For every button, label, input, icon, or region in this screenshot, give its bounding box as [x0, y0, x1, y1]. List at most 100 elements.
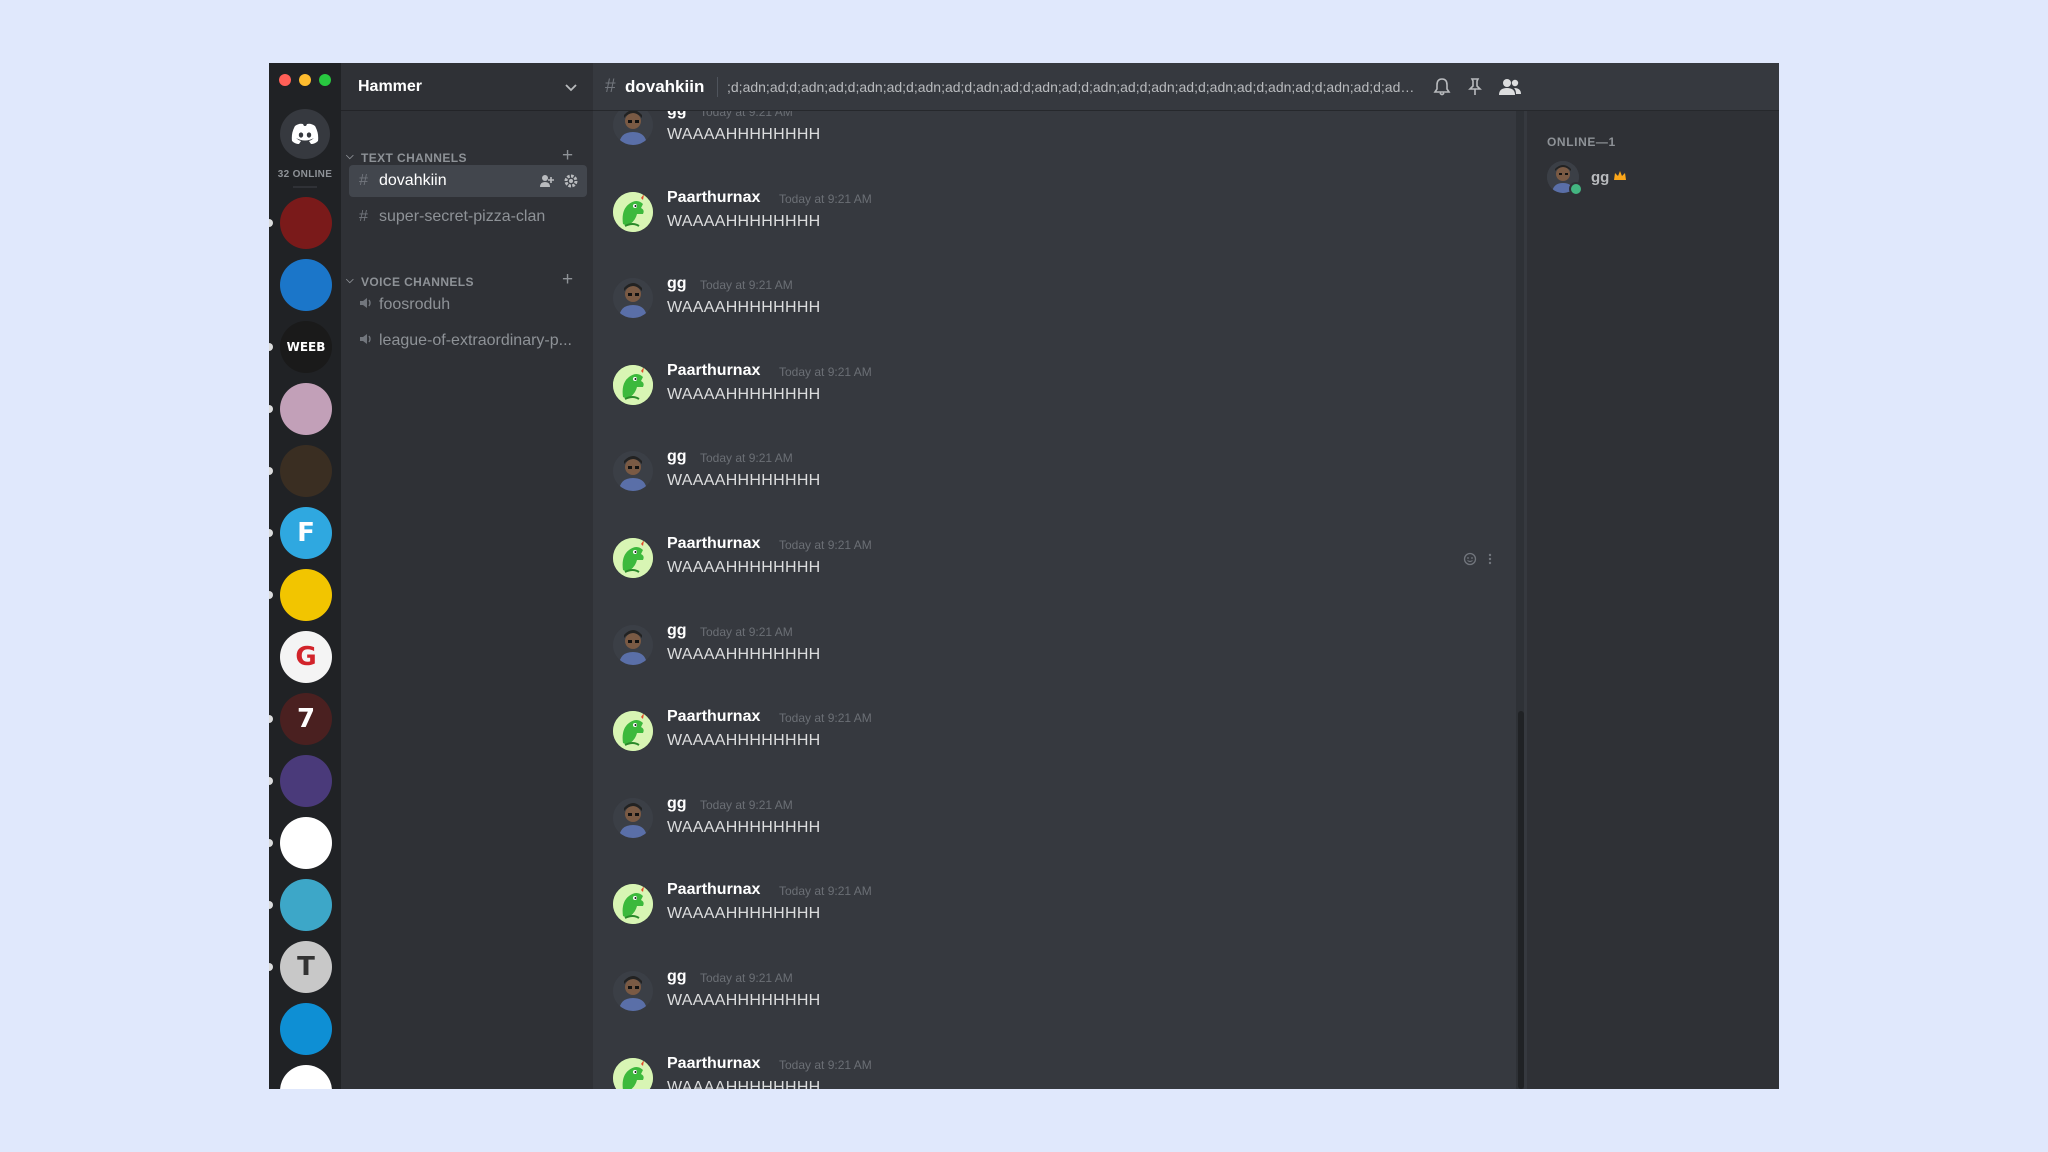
maximize-window-button[interactable]: [319, 74, 331, 86]
guild-glyph: 7: [296, 704, 316, 734]
add-voice-channel-button[interactable]: +: [562, 269, 574, 291]
message-item[interactable]: Paarthurnax Today at 9:21 AM WAAAAHHHHHHHH: [593, 359, 1513, 445]
message-author[interactable]: gg: [667, 448, 687, 466]
message-author[interactable]: gg: [667, 795, 687, 813]
guild-g-logo[interactable]: G: [280, 631, 332, 683]
message-item[interactable]: gg Today at 9:21 AM WAAAAHHHHHHHH: [593, 965, 1513, 1051]
gear-icon[interactable]: [563, 173, 579, 189]
add-reaction-icon[interactable]: [1463, 552, 1477, 566]
category-arrow-icon: ⌵: [346, 151, 354, 162]
message-author[interactable]: Paarthurnax: [667, 708, 760, 726]
guild-sea-of-thieves[interactable]: [280, 445, 332, 497]
guild-7-days-to-die[interactable]: 7: [280, 693, 332, 745]
guild-snorlax[interactable]: [280, 1065, 332, 1089]
message-author[interactable]: gg: [667, 622, 687, 640]
message-text: WAAAAHHHHHHHH: [667, 472, 821, 489]
voice-channel-1[interactable]: league-of-extraordinary-p...: [349, 325, 587, 357]
channel-label: foosroduh: [379, 296, 451, 313]
guild-heroes[interactable]: [280, 259, 332, 311]
member-item[interactable]: gg: [1547, 159, 1747, 196]
avatar[interactable]: [613, 451, 653, 491]
text-channel-super-secret-pizza-clan[interactable]: # super-secret-pizza-clan: [349, 201, 587, 233]
avatar[interactable]: [613, 278, 653, 318]
discord-home-button[interactable]: [280, 109, 330, 159]
invite-icon[interactable]: [539, 173, 555, 189]
guild-red-devil[interactable]: [280, 197, 332, 249]
message-item[interactable]: gg Today at 9:21 AM WAAAAHHHHHHHH: [593, 619, 1513, 705]
message-text: WAAAAHHHHHHHH: [667, 732, 821, 749]
message-author[interactable]: Paarthurnax: [667, 362, 760, 380]
message-timestamp: Today at 9:21 AM: [700, 625, 793, 639]
avatar[interactable]: [613, 711, 653, 751]
avatar[interactable]: [613, 1058, 653, 1089]
message-text: WAAAAHHHHHHHH: [667, 1079, 821, 1089]
unread-indicator: [269, 343, 273, 351]
guild-ring[interactable]: [280, 1003, 332, 1055]
message-item[interactable]: gg Today at 9:21 AM WAAAAHHHHHHHH: [593, 445, 1513, 531]
message-author[interactable]: Paarthurnax: [667, 1055, 760, 1073]
text-channel-dovahkiin[interactable]: # dovahkiin: [349, 165, 587, 197]
category-label: VOICE CHANNELS: [361, 275, 474, 289]
more-options-icon[interactable]: [1487, 552, 1493, 566]
message-item[interactable]: Paarthurnax Today at 9:21 AM WAAAAHHHHHHHH: [593, 878, 1513, 964]
avatar[interactable]: [613, 884, 653, 924]
message-author[interactable]: gg: [667, 111, 687, 120]
message-author[interactable]: Paarthurnax: [667, 535, 760, 553]
guild-fortnite[interactable]: F: [280, 507, 332, 559]
server-header[interactable]: Hammer: [341, 63, 593, 111]
pin-icon[interactable]: [1463, 75, 1487, 99]
avatar[interactable]: [613, 111, 653, 145]
message-timestamp: Today at 9:21 AM: [779, 884, 872, 898]
message-item[interactable]: Paarthurnax Today at 9:21 AM WAAAAHHHHHHHH: [593, 1052, 1513, 1089]
add-text-channel-button[interactable]: +: [562, 145, 574, 167]
voice-channel-0[interactable]: foosroduh: [349, 289, 587, 321]
message-item[interactable]: Paarthurnax Today at 9:21 AM WAAAAHHHHHHHH: [593, 705, 1513, 791]
unread-indicator: [269, 777, 273, 785]
bell-icon[interactable]: [1430, 75, 1454, 99]
message-scrollbar-thumb[interactable]: [1518, 711, 1524, 1089]
message-item[interactable]: Paarthurnax Today at 9:21 AM WAAAAHHHHHHHH: [593, 532, 1513, 618]
guild-robot[interactable]: [280, 383, 332, 435]
guild-glyph: F: [297, 518, 315, 548]
member-name: gg: [1591, 169, 1610, 186]
channel-topic[interactable]: ;d;adn;ad;d;adn;ad;d;adn;ad;d;adn;ad;d;a…: [727, 79, 1415, 95]
unread-indicator: [269, 839, 273, 847]
guild-pikachu[interactable]: [280, 817, 332, 869]
message-item[interactable]: gg Today at 9:21 AM WAAAAHHHHHHHH: [593, 111, 1513, 185]
avatar[interactable]: [613, 798, 653, 838]
category-arrow-icon: ⌵: [346, 275, 354, 286]
guild-weeb-gaming[interactable]: WEEB: [280, 321, 332, 373]
message-item[interactable]: gg Today at 9:21 AM WAAAAHHHHHHHH: [593, 272, 1513, 358]
avatar[interactable]: [613, 971, 653, 1011]
close-window-button[interactable]: [279, 74, 291, 86]
unread-indicator: [269, 715, 273, 723]
unread-indicator: [269, 901, 273, 909]
message-author[interactable]: gg: [667, 968, 687, 986]
message-author[interactable]: gg: [667, 275, 687, 293]
locked-speaker-icon: [359, 332, 375, 350]
online-count: 32 ONLINE: [277, 169, 333, 180]
message-item[interactable]: Paarthurnax Today at 9:21 AM WAAAAHHHHHHHH: [593, 186, 1513, 272]
crown-icon: [1614, 171, 1626, 180]
message-timestamp: Today at 9:21 AM: [700, 971, 793, 985]
message-timestamp: Today at 9:21 AM: [779, 1058, 872, 1072]
guild-glyph: WEEB: [286, 340, 326, 354]
guild-corsair[interactable]: [280, 569, 332, 621]
avatar[interactable]: [613, 625, 653, 665]
minimize-window-button[interactable]: [299, 74, 311, 86]
guild-bowl[interactable]: [280, 879, 332, 931]
message-author[interactable]: Paarthurnax: [667, 189, 760, 207]
message-timestamp: Today at 9:21 AM: [779, 711, 872, 725]
locked-hash-icon: #: [359, 208, 368, 225]
guild-pro-circuit[interactable]: [280, 755, 332, 807]
avatar[interactable]: [613, 365, 653, 405]
guild-t[interactable]: T: [280, 941, 332, 993]
avatar[interactable]: [613, 538, 653, 578]
channel-label: league-of-extraordinary-p...: [379, 332, 572, 349]
message-author[interactable]: Paarthurnax: [667, 881, 760, 899]
message-item[interactable]: gg Today at 9:21 AM WAAAAHHHHHHHH: [593, 792, 1513, 878]
message-timestamp: Today at 9:21 AM: [779, 538, 872, 552]
guild-glyph: G: [295, 642, 317, 672]
member-list-icon[interactable]: [1498, 75, 1522, 99]
avatar[interactable]: [613, 192, 653, 232]
